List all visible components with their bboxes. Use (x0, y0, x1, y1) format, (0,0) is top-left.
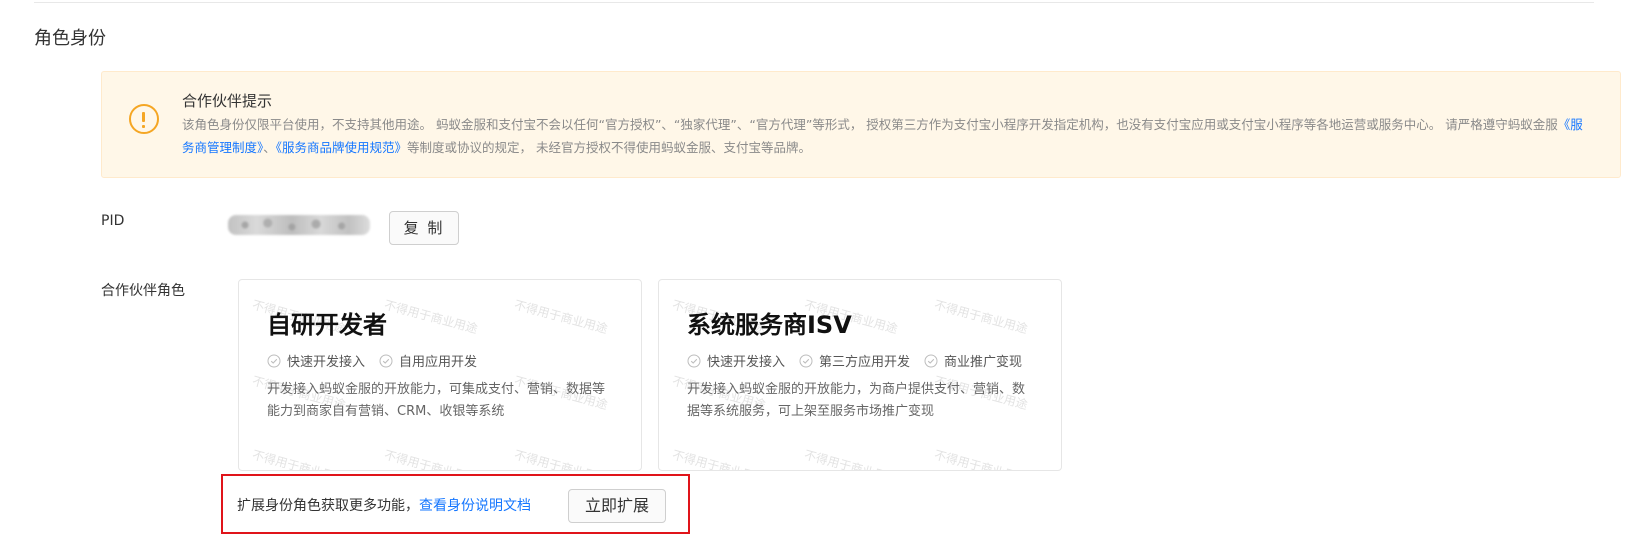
identity-doc-link[interactable]: 查看身份说明文档 (419, 498, 531, 514)
role-tag-label: 第三方应用开发 (819, 355, 911, 370)
alert-separator: 、 (263, 140, 276, 155)
check-circle-icon (924, 354, 938, 367)
pid-value-redacted (228, 215, 370, 235)
brand-usage-rules-link[interactable]: 《服务商品牌使用规范》 (276, 140, 407, 155)
role-description: 开发接入蚂蚁金服的开放能力，可集成支付、营销、数据等能力到商家自有营销、CRM、… (267, 382, 606, 419)
role-tags: 快速开发接入 自用应用开发 (267, 351, 491, 370)
check-circle-icon (267, 354, 281, 367)
role-tags: 快速开发接入 第三方应用开发 商业推广变现 (687, 351, 1036, 370)
role-tag: 快速开发接入 (687, 351, 785, 370)
alert-body-text-2: 等制度或协议的规定， 未经官方授权不得使用蚂蚁金服、支付宝等品牌。 (407, 140, 812, 155)
role-tag-label: 商业推广变现 (944, 355, 1023, 370)
role-tag: 自用应用开发 (379, 351, 477, 370)
partner-role-label: 合作伙伴角色 (101, 283, 185, 299)
check-circle-icon (379, 354, 393, 367)
check-circle-icon (687, 354, 701, 367)
role-card-self-developer[interactable]: 不得用于商业用途 不得用于商业用途 不得用于商业用途 不得用于商业用途 不得用于… (238, 279, 642, 471)
role-tag: 快速开发接入 (267, 351, 365, 370)
top-divider (34, 2, 1594, 3)
role-tag-label: 快速开发接入 (707, 355, 786, 370)
role-tag: 商业推广变现 (924, 351, 1022, 370)
watermark: 不得用于商业用途 (250, 447, 348, 471)
watermark: 不得用于商业用途 (382, 297, 480, 337)
role-tag-label: 自用应用开发 (399, 355, 478, 370)
role-title: 系统服务商ISV (687, 311, 852, 339)
watermark: 不得用于商业用途 (932, 447, 1030, 471)
expand-now-button[interactable]: 立即扩展 (568, 489, 666, 523)
pid-label: PID (101, 213, 125, 229)
watermark: 不得用于商业用途 (512, 297, 610, 337)
watermark: 不得用于商业用途 (512, 447, 610, 471)
watermark: 不得用于商业用途 (670, 447, 768, 471)
role-description: 开发接入蚂蚁金服的开放能力，为商户提供支付、营销、数据等系统服务，可上架至服务市… (687, 382, 1026, 419)
watermark: 不得用于商业用途 (932, 297, 1030, 337)
section-title: 角色身份 (34, 28, 106, 49)
alert-title: 合作伙伴提示 (182, 92, 273, 110)
alert-body: 该角色身份仅限平台使用，不支持其他用途。 蚂蚁金服和支付宝不会以任何“官方授权”… (182, 113, 1592, 159)
warning-circle-icon (129, 104, 159, 134)
watermark: 不得用于商业用途 (802, 447, 900, 471)
role-card-isv[interactable]: 不得用于商业用途 不得用于商业用途 不得用于商业用途 不得用于商业用途 不得用于… (658, 279, 1062, 471)
partner-notice-alert: 合作伙伴提示 该角色身份仅限平台使用，不支持其他用途。 蚂蚁金服和支付宝不会以任… (101, 71, 1621, 178)
expand-prompt-text: 扩展身份角色获取更多功能， (237, 498, 419, 514)
check-circle-icon (799, 354, 813, 367)
watermark: 不得用于商业用途 (382, 447, 480, 471)
alert-body-text-1: 该角色身份仅限平台使用，不支持其他用途。 蚂蚁金服和支付宝不会以任何“官方授权”… (182, 117, 1558, 132)
copy-pid-button[interactable]: 复 制 (389, 211, 459, 245)
role-tag-label: 快速开发接入 (287, 355, 366, 370)
role-title: 自研开发者 (267, 311, 387, 339)
role-tag: 第三方应用开发 (799, 351, 910, 370)
expand-prompt: 扩展身份角色获取更多功能，查看身份说明文档 (237, 495, 531, 515)
